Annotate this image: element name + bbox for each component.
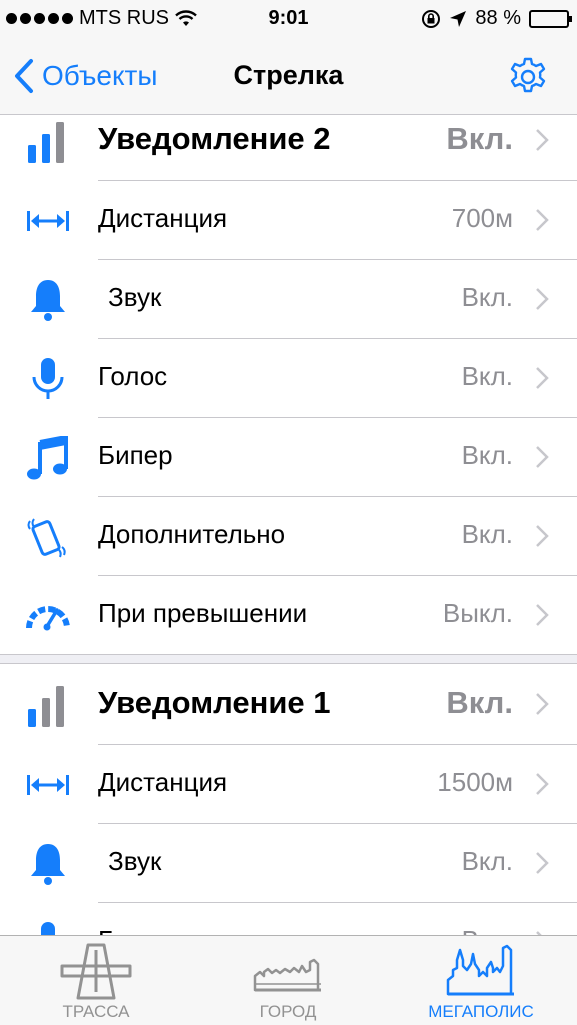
status-right: 88 % bbox=[421, 7, 572, 30]
phone-vibrate-icon bbox=[27, 518, 66, 558]
navigation-bar: Объекты Стрелка bbox=[0, 40, 577, 115]
bell-icon bbox=[31, 280, 65, 321]
chevron-right-icon bbox=[536, 693, 549, 715]
distance-row[interactable]: Дистанция 700м bbox=[0, 180, 577, 260]
row-value: Вкл. bbox=[461, 519, 513, 549]
additional-row[interactable]: Дополнительно Вкл. bbox=[0, 496, 577, 576]
group-separator bbox=[0, 654, 577, 664]
row-label: Голос bbox=[98, 925, 167, 935]
tab-highway[interactable]: ТРАССА bbox=[0, 936, 192, 1025]
back-button-label: Объекты bbox=[42, 60, 158, 91]
tab-town[interactable]: ГОРОД bbox=[192, 936, 384, 1025]
distance-icon bbox=[27, 211, 69, 231]
row-label: Дистанция bbox=[98, 767, 228, 797]
location-arrow-icon bbox=[450, 10, 467, 27]
battery-icon bbox=[529, 9, 572, 28]
signal-bars-icon bbox=[28, 686, 64, 727]
tab-bar: ТРАССА ГОРОД МЕГАПОЛИС bbox=[0, 935, 577, 1025]
speedometer-icon bbox=[26, 606, 70, 631]
row-label: Бипер bbox=[98, 440, 173, 470]
tab-label: ГОРОД bbox=[259, 1002, 317, 1021]
distance-icon bbox=[27, 775, 69, 795]
battery-percent: 88 % bbox=[475, 7, 521, 29]
microphone-icon bbox=[41, 922, 55, 935]
notification-status: Вкл. bbox=[446, 121, 513, 156]
gear-icon[interactable] bbox=[507, 56, 549, 98]
chevron-right-icon bbox=[536, 288, 549, 310]
row-value: Вкл. bbox=[461, 440, 513, 470]
voice-row[interactable]: Голос Вкл. bbox=[0, 338, 577, 418]
chevron-right-icon bbox=[536, 129, 549, 151]
row-value: Вкл. bbox=[461, 846, 513, 876]
tab-metropolis[interactable]: МЕГАПОЛИС bbox=[385, 936, 577, 1025]
sound-row[interactable]: Звук Вкл. bbox=[0, 823, 577, 903]
bell-icon bbox=[31, 844, 65, 885]
back-button[interactable]: Объекты bbox=[14, 58, 157, 94]
row-value: 1500м bbox=[437, 767, 513, 797]
notification-status: Вкл. bbox=[446, 685, 513, 720]
chevron-right-icon bbox=[536, 209, 549, 231]
chevron-right-icon bbox=[536, 852, 549, 874]
list-scroll: Уведомление 2 Вкл. Дистанция 700м Звук В… bbox=[0, 115, 577, 935]
city-skyline-icon bbox=[446, 944, 514, 996]
voice-row[interactable]: Голос Вкл. bbox=[0, 902, 577, 935]
status-bar: MTS RUS 9:01 88 % bbox=[0, 0, 577, 40]
chevron-right-icon bbox=[536, 367, 549, 389]
chevron-right-icon bbox=[536, 446, 549, 468]
over-speed-row[interactable]: При превышении Выкл. bbox=[0, 575, 577, 654]
rotation-lock-icon bbox=[422, 9, 441, 28]
sound-row[interactable]: Звук Вкл. bbox=[0, 259, 577, 339]
notification-title: Уведомление 2 bbox=[98, 121, 331, 156]
notification-1-header-row[interactable]: Уведомление 1 Вкл. bbox=[0, 664, 577, 745]
beeper-row[interactable]: Бипер Вкл. bbox=[0, 417, 577, 497]
settings-list: Уведомление 2 Вкл. Дистанция 700м Звук В… bbox=[0, 115, 577, 935]
notification-2-header-row[interactable]: Уведомление 2 Вкл. bbox=[0, 115, 577, 181]
row-value: Вкл. bbox=[461, 361, 513, 391]
notification-title: Уведомление 1 bbox=[98, 685, 331, 720]
row-value: Вкл. bbox=[461, 282, 513, 312]
tab-label: МЕГАПОЛИС bbox=[428, 1002, 534, 1021]
chevron-left-icon bbox=[15, 59, 33, 93]
highway-icon bbox=[60, 943, 132, 1000]
music-note-icon bbox=[27, 436, 68, 480]
town-skyline-icon bbox=[253, 958, 321, 992]
row-label: Дополнительно bbox=[98, 519, 286, 549]
row-label: Звук bbox=[108, 846, 162, 876]
row-label: Звук bbox=[108, 282, 162, 312]
row-label: Голос bbox=[98, 361, 168, 391]
chevron-right-icon bbox=[536, 604, 549, 626]
row-value: Вкл. bbox=[462, 925, 513, 935]
signal-bars-icon bbox=[28, 122, 64, 163]
row-label: При превышении bbox=[98, 598, 308, 628]
row-value: Выкл. bbox=[442, 598, 513, 628]
row-value: 700м bbox=[451, 203, 513, 233]
chevron-right-icon bbox=[536, 773, 549, 795]
distance-row[interactable]: Дистанция 1500м bbox=[0, 744, 577, 824]
row-label: Дистанция bbox=[98, 203, 228, 233]
chevron-right-icon bbox=[536, 525, 549, 547]
tab-label: ТРАССА bbox=[62, 1002, 130, 1021]
microphone-icon bbox=[32, 358, 64, 399]
